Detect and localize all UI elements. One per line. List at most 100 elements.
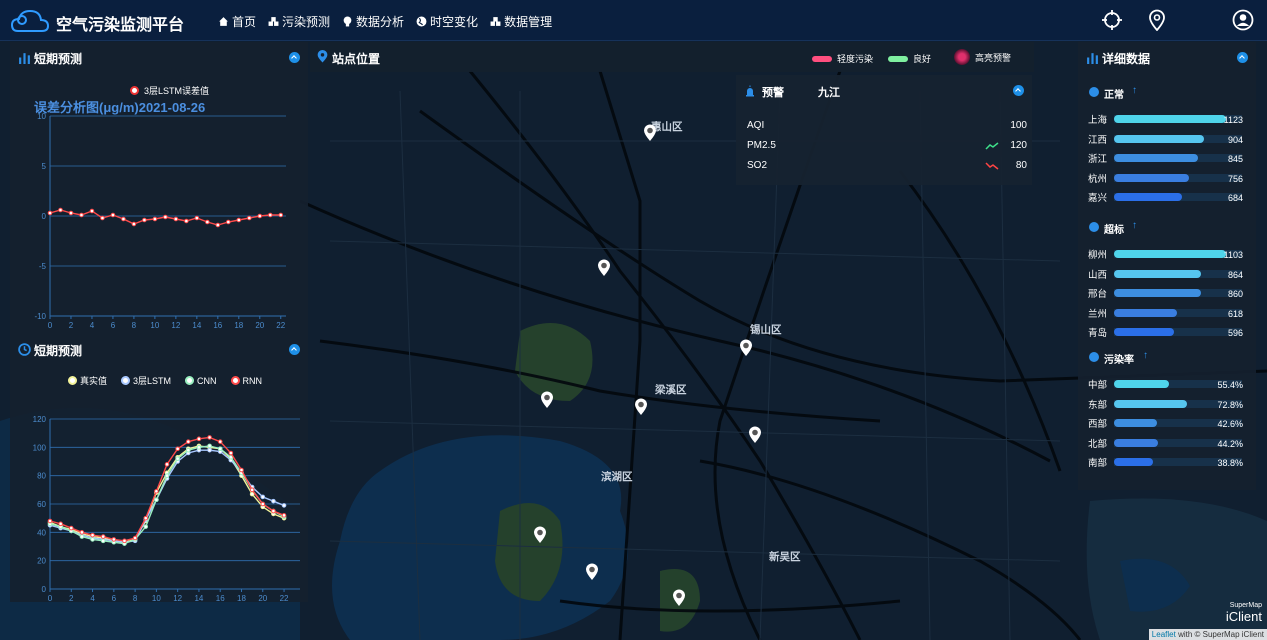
progress-fill <box>1114 380 1170 388</box>
collapse-button[interactable] <box>289 52 300 63</box>
section-title: 正常 <box>1104 90 1124 101</box>
y-tick-label: 120 <box>33 415 47 424</box>
row-value: 1103 <box>1223 250 1243 260</box>
station-marker[interactable] <box>585 563 599 581</box>
station-marker[interactable] <box>748 426 762 444</box>
data-point <box>175 456 180 461</box>
data-point <box>278 212 284 218</box>
station-marker[interactable] <box>540 391 554 409</box>
progress-fill <box>1114 438 1159 447</box>
collapse-button[interactable] <box>1013 85 1024 96</box>
user-avatar-icon[interactable] <box>1232 9 1254 31</box>
legend-item[interactable]: RNN <box>230 376 262 386</box>
district-label-binhu: 滨湖区 <box>601 471 633 483</box>
row-value: 44.2% <box>1217 438 1243 449</box>
collapse-button[interactable] <box>289 344 300 355</box>
y-tick-label: -5 <box>39 262 47 271</box>
x-tick-label: 22 <box>276 321 285 330</box>
data-point <box>207 435 212 440</box>
legend-good[interactable]: 良好 <box>888 52 931 65</box>
progress-track: 864 <box>1114 269 1243 280</box>
row-label: 柳州 <box>1088 250 1108 261</box>
section-icon <box>1089 352 1099 362</box>
cloud-logo-icon <box>10 9 50 32</box>
station-marker[interactable] <box>739 339 753 357</box>
detail-row: 东部 72.8% <box>1088 397 1246 411</box>
location-pin-icon[interactable] <box>1146 9 1168 31</box>
row-label: 兰州 <box>1088 308 1108 320</box>
station-marker[interactable] <box>597 259 611 277</box>
station-marker[interactable] <box>634 398 648 416</box>
nav-data-management[interactable]: 数据管理 <box>490 13 552 30</box>
site-location-header: 站点位置 轻度污染 良好 高亮预警 <box>310 42 1034 72</box>
row-label: 上海 <box>1088 115 1108 126</box>
collapse-button[interactable] <box>1237 52 1248 63</box>
chart-legend[interactable]: 3层LSTM误差值 <box>130 84 209 97</box>
legend-item[interactable]: 真实值 <box>68 374 107 387</box>
legend-light-pollution[interactable]: 轻度污染 <box>812 52 873 65</box>
row-label: 邢台 <box>1088 289 1108 300</box>
detail-row: 邢台 860 <box>1088 286 1246 300</box>
sort-arrow-icon[interactable]: ↑ <box>1132 85 1137 96</box>
data-point <box>163 214 168 220</box>
data-point <box>132 535 138 541</box>
data-point <box>90 532 95 538</box>
detail-row: 柳州 1103 <box>1088 247 1246 261</box>
row-value: 860 <box>1227 289 1243 299</box>
data-point <box>47 518 53 524</box>
station-marker[interactable] <box>533 526 547 544</box>
progress-track: 845 <box>1114 154 1243 164</box>
section-title: 超标 <box>1104 225 1124 236</box>
forecast-line-chart[interactable]: 0 20 40 60 80 100 120 0 2 4 6 8 10 12 14 16 18 20 22 <box>10 409 308 602</box>
data-point <box>100 534 106 539</box>
row-label: 南部 <box>1088 458 1108 469</box>
data-point <box>271 498 276 504</box>
y-tick-label: 80 <box>37 472 46 481</box>
legend-marker <box>121 376 131 385</box>
legend-marker <box>230 376 240 385</box>
legend-item[interactable]: CNN <box>185 376 217 386</box>
nav-home[interactable]: 首页 <box>218 13 256 30</box>
panel-header: 短期预测 <box>10 42 308 72</box>
station-marker[interactable] <box>643 124 657 142</box>
station-marker[interactable] <box>672 589 686 607</box>
data-point <box>143 515 149 521</box>
progress-track: 1103 <box>1114 250 1243 260</box>
row-label: 山西 <box>1088 269 1108 281</box>
progress-fill <box>1114 419 1157 427</box>
details-panel: 详细数据 正常 ↑ 上海 1123 江西 904 浙江 845 杭州 756 嘉兴 684 超标 ↑ 柳州 1… <box>1078 42 1256 490</box>
nav-spatiotemporal[interactable]: 时空变化 <box>416 13 478 30</box>
row-label: 中部 <box>1088 380 1108 391</box>
supermap-logo: SuperMap iClient <box>1226 602 1262 624</box>
crosshair-icon[interactable] <box>1101 9 1123 31</box>
trend-up-icon <box>985 142 999 150</box>
data-point <box>111 537 117 542</box>
chart-legend: 真实值 3层LSTM CNN RNN <box>68 374 262 387</box>
data-point <box>184 218 189 224</box>
legend-item[interactable]: 3层LSTM <box>121 374 171 387</box>
detail-row: 中部 55.4% <box>1088 377 1246 391</box>
nav-pollution-forecast[interactable]: 污染预测 <box>268 13 330 30</box>
error-line-chart[interactable]: -10 -5 0 5 10 0 2 4 6 8 10 12 14 16 18 20 22 <box>10 102 308 334</box>
panel-title: 短期预测 <box>34 344 83 358</box>
data-point <box>239 467 244 473</box>
data-point <box>173 216 179 222</box>
legend-highlight-warning[interactable]: 高亮预警 <box>954 49 1011 65</box>
nav-data-analysis[interactable]: 数据分析 <box>342 13 404 30</box>
data-point <box>267 212 273 218</box>
data-point <box>260 501 266 507</box>
sort-arrow-icon[interactable]: ↑ <box>1132 220 1137 231</box>
data-point <box>79 212 84 218</box>
map-attribution: Leaflet with © SuperMap iClient <box>1148 629 1267 640</box>
data-point <box>207 443 212 449</box>
sort-arrow-icon[interactable]: ↑ <box>1143 350 1148 361</box>
progress-fill <box>1114 269 1202 278</box>
progress-fill <box>1114 399 1187 408</box>
progress-fill <box>1114 154 1198 162</box>
legend-swatch <box>888 55 908 62</box>
section-title: 污染率 <box>1104 355 1134 366</box>
data-point <box>47 210 53 216</box>
leaflet-link[interactable]: Leaflet <box>1152 630 1176 639</box>
app-title: 空气污染监测平台 <box>56 17 185 34</box>
detail-row: 西部 42.6% <box>1088 416 1246 430</box>
